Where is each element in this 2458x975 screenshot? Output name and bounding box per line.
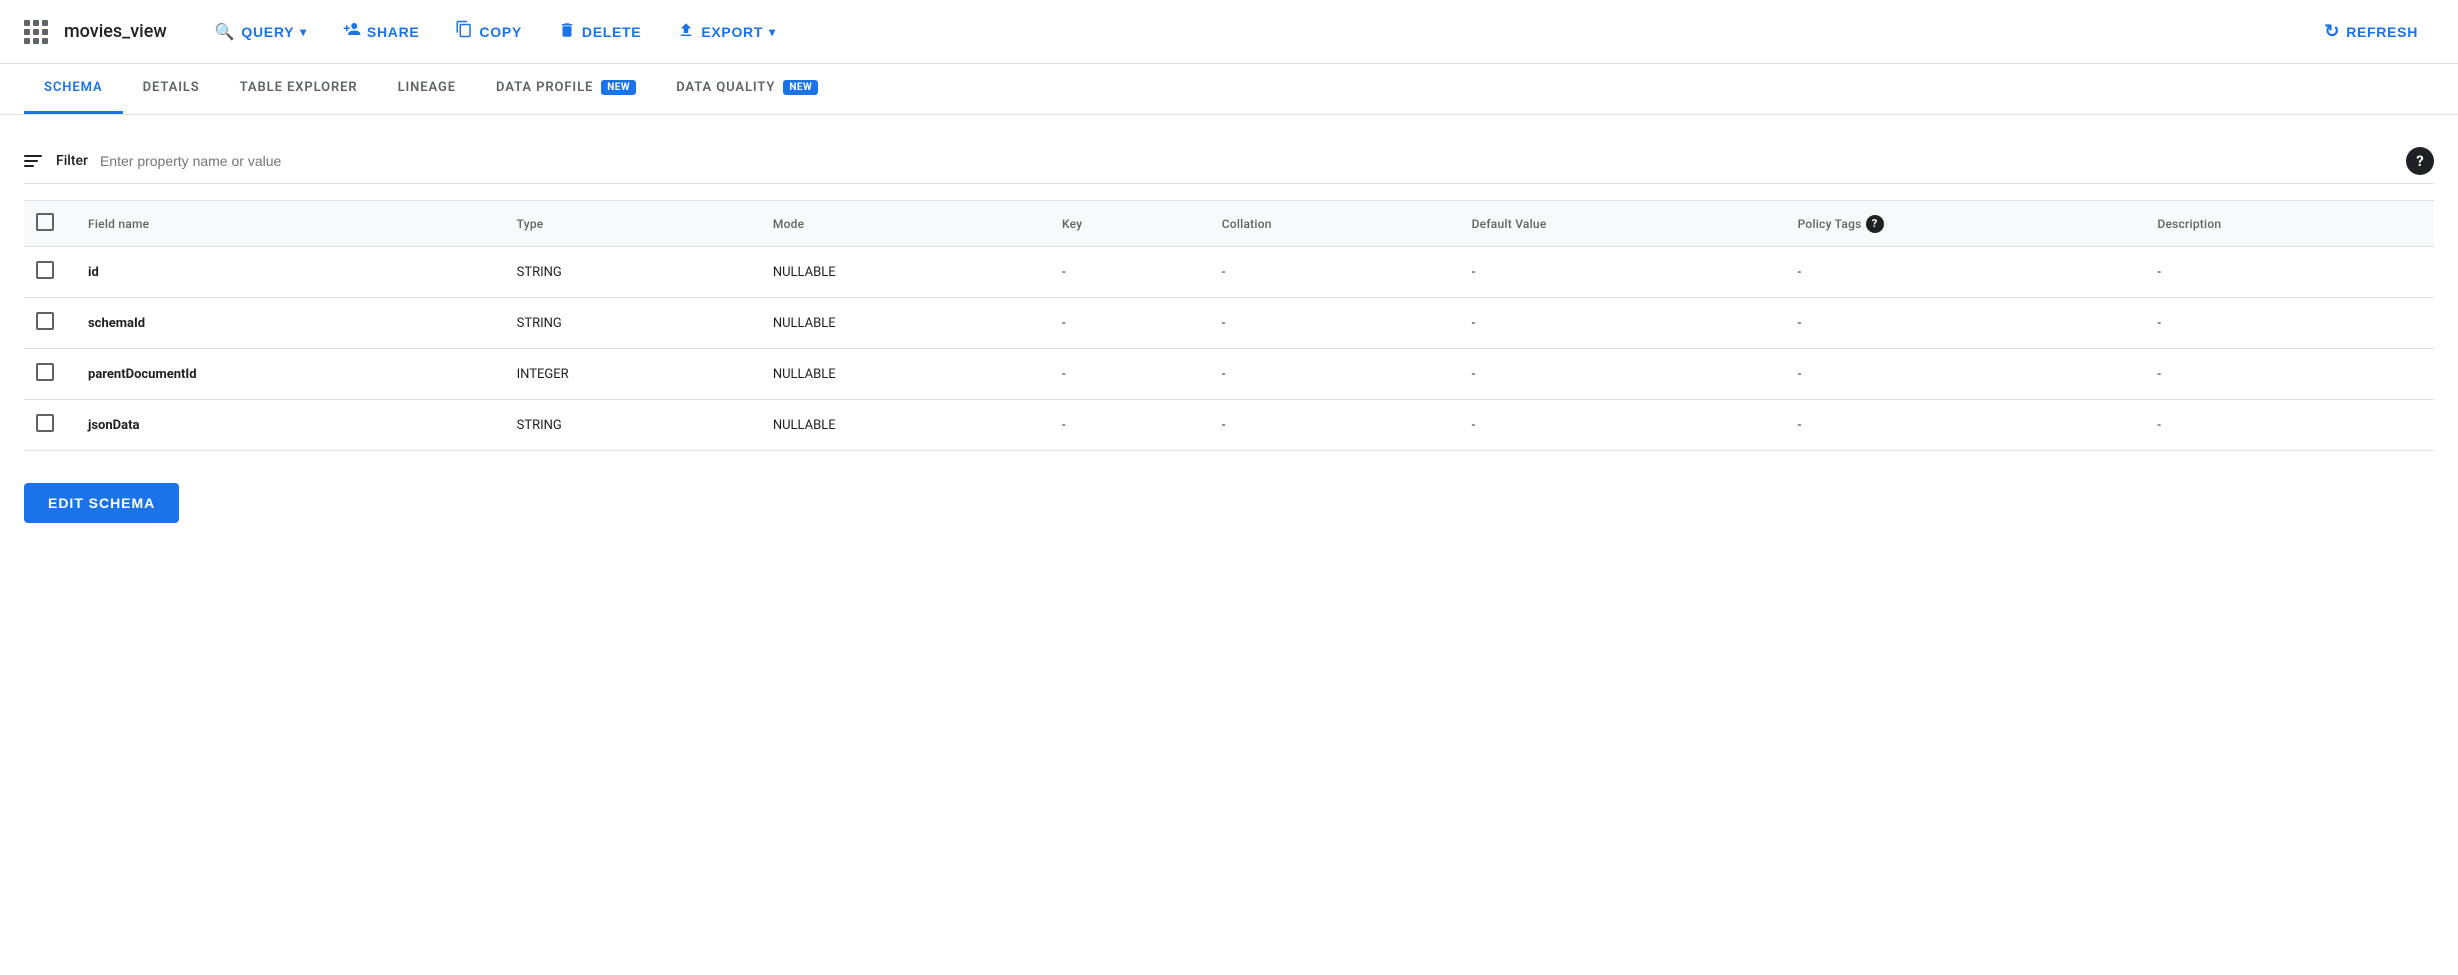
refresh-icon: ↻ — [2324, 21, 2340, 42]
toolbar: movies_view 🔍 QUERY ▾ SHARE COPY DE — [0, 0, 2458, 64]
row-key-0: - — [1046, 247, 1206, 298]
row-checkbox-1 — [24, 298, 72, 349]
row-description-2: - — [2141, 349, 2434, 400]
filter-label: Filter — [24, 153, 88, 169]
table-row: schemaId STRING NULLABLE - - - - - — [24, 298, 2434, 349]
row-mode-1: NULLABLE — [757, 298, 1046, 349]
row-key-3: - — [1046, 400, 1206, 451]
delete-button[interactable]: DELETE — [542, 13, 657, 50]
copy-icon — [455, 20, 473, 43]
apps-grid-icon[interactable] — [24, 20, 48, 44]
row-default-value-2: - — [1456, 349, 1782, 400]
row-collation-3: - — [1206, 400, 1456, 451]
row-field-name-0: id — [72, 247, 501, 298]
row-field-name-3: jsonData — [72, 400, 501, 451]
col-header-collation: Collation — [1206, 201, 1456, 247]
table-row: id STRING NULLABLE - - - - - — [24, 247, 2434, 298]
row-description-1: - — [2141, 298, 2434, 349]
page-title: movies_view — [64, 21, 167, 42]
col-header-mode: Mode — [757, 201, 1046, 247]
row-mode-3: NULLABLE — [757, 400, 1046, 451]
table-row: parentDocumentId INTEGER NULLABLE - - - … — [24, 349, 2434, 400]
col-header-description: Description — [2141, 201, 2434, 247]
row-checkbox-2 — [24, 349, 72, 400]
share-icon — [343, 20, 361, 43]
row-policy-tags-3: - — [1782, 400, 2142, 451]
row-select-checkbox-1[interactable] — [36, 312, 54, 330]
content-area: Filter ? Field name Type Mode Key Collat… — [0, 115, 2458, 547]
row-policy-tags-2: - — [1782, 349, 2142, 400]
filter-bar: Filter ? — [24, 139, 2434, 184]
filter-lines-icon — [24, 155, 42, 167]
row-select-checkbox-2[interactable] — [36, 363, 54, 381]
policy-tags-help-icon[interactable]: ? — [1866, 215, 1884, 233]
row-type-2: INTEGER — [501, 349, 757, 400]
tab-details[interactable]: DETAILS — [123, 64, 220, 114]
row-default-value-0: - — [1456, 247, 1782, 298]
export-button[interactable]: EXPORT ▾ — [661, 13, 792, 50]
col-header-type: Type — [501, 201, 757, 247]
export-chevron-icon: ▾ — [769, 25, 776, 39]
row-field-name-1: schemaId — [72, 298, 501, 349]
col-header-field-name: Field name — [72, 201, 501, 247]
row-checkbox-0 — [24, 247, 72, 298]
filter-input[interactable] — [100, 153, 2406, 169]
tab-data-profile[interactable]: DATA PROFILE NEW — [476, 64, 656, 114]
row-collation-0: - — [1206, 247, 1456, 298]
schema-table: Field name Type Mode Key Collation Defau… — [24, 200, 2434, 451]
row-policy-tags-1: - — [1782, 298, 2142, 349]
row-collation-1: - — [1206, 298, 1456, 349]
row-select-checkbox-0[interactable] — [36, 261, 54, 279]
filter-help-icon[interactable]: ? — [2406, 147, 2434, 175]
share-button[interactable]: SHARE — [327, 12, 436, 51]
tab-schema[interactable]: SCHEMA — [24, 64, 123, 114]
row-mode-0: NULLABLE — [757, 247, 1046, 298]
col-header-default-value: Default Value — [1456, 201, 1782, 247]
tab-lineage[interactable]: LINEAGE — [378, 64, 476, 114]
col-header-policy-tags: Policy Tags ? — [1782, 201, 2142, 247]
row-policy-tags-0: - — [1782, 247, 2142, 298]
tab-bar: SCHEMA DETAILS TABLE EXPLORER LINEAGE DA… — [0, 64, 2458, 115]
row-default-value-1: - — [1456, 298, 1782, 349]
row-description-0: - — [2141, 247, 2434, 298]
refresh-button[interactable]: ↻ REFRESH — [2308, 13, 2434, 50]
row-mode-2: NULLABLE — [757, 349, 1046, 400]
row-select-checkbox-3[interactable] — [36, 414, 54, 432]
row-type-3: STRING — [501, 400, 757, 451]
row-default-value-3: - — [1456, 400, 1782, 451]
delete-icon — [558, 21, 576, 42]
row-checkbox-3 — [24, 400, 72, 451]
row-type-0: STRING — [501, 247, 757, 298]
data-quality-badge: NEW — [783, 80, 818, 95]
edit-schema-button[interactable]: EDIT SCHEMA — [24, 483, 179, 523]
col-header-key: Key — [1046, 201, 1206, 247]
tab-data-quality[interactable]: DATA QUALITY NEW — [656, 64, 838, 114]
query-button[interactable]: 🔍 QUERY ▾ — [199, 14, 323, 50]
row-type-1: STRING — [501, 298, 757, 349]
toolbar-actions: 🔍 QUERY ▾ SHARE COPY DELETE — [199, 12, 2434, 51]
row-description-3: - — [2141, 400, 2434, 451]
tab-table-explorer[interactable]: TABLE EXPLORER — [220, 64, 378, 114]
select-all-checkbox[interactable] — [36, 213, 54, 231]
row-collation-2: - — [1206, 349, 1456, 400]
col-header-checkbox — [24, 201, 72, 247]
row-key-2: - — [1046, 349, 1206, 400]
query-icon: 🔍 — [215, 22, 236, 42]
table-row: jsonData STRING NULLABLE - - - - - — [24, 400, 2434, 451]
export-icon — [677, 21, 695, 42]
row-key-1: - — [1046, 298, 1206, 349]
data-profile-badge: NEW — [601, 80, 636, 95]
query-chevron-icon: ▾ — [300, 25, 307, 39]
copy-button[interactable]: COPY — [439, 12, 537, 51]
row-field-name-2: parentDocumentId — [72, 349, 501, 400]
